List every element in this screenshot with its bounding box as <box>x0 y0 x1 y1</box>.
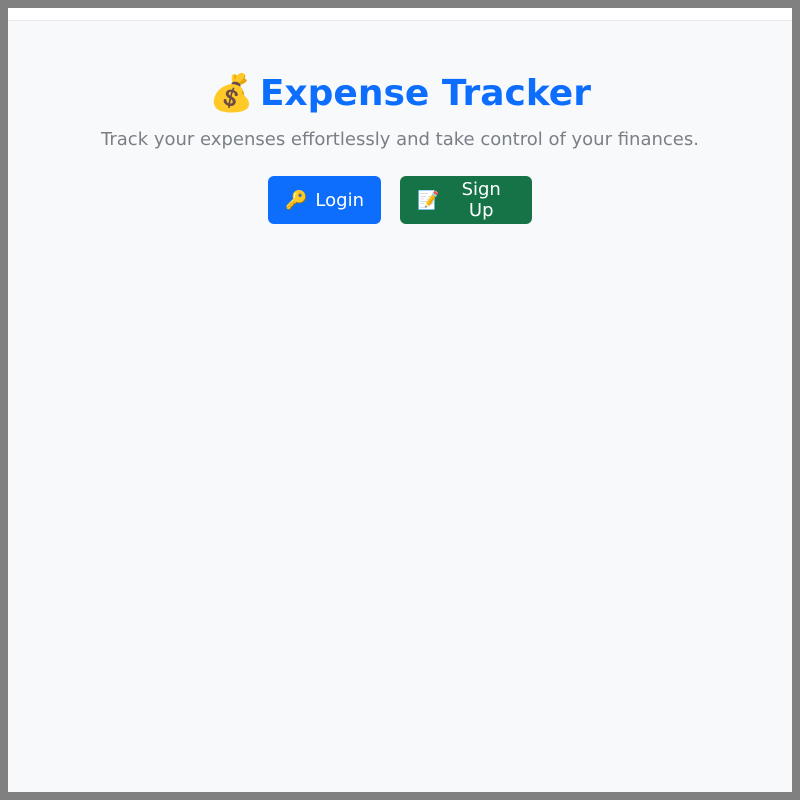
top-bar <box>8 8 792 21</box>
app-window: 💰 Expense Tracker Track your expenses eff… <box>8 8 792 792</box>
page-subtitle: Track your expenses effortlessly and tak… <box>101 129 699 150</box>
page-title-text: Expense Tracker <box>259 73 591 114</box>
money-bag-icon: 💰 <box>209 73 254 114</box>
memo-icon: 📝 <box>417 189 440 211</box>
login-button-label: Login <box>315 189 364 211</box>
hero-section: 💰 Expense Tracker Track your expenses eff… <box>8 68 792 224</box>
key-icon: 🔑 <box>285 189 308 211</box>
signup-button[interactable]: 📝 Sign Up <box>400 176 532 224</box>
login-button[interactable]: 🔑 Login <box>268 176 381 224</box>
signup-button-label: Sign Up <box>461 179 501 221</box>
auth-buttons: 🔑 Login 📝 Sign Up <box>8 176 792 224</box>
page-title: 💰 Expense Tracker <box>8 68 792 120</box>
